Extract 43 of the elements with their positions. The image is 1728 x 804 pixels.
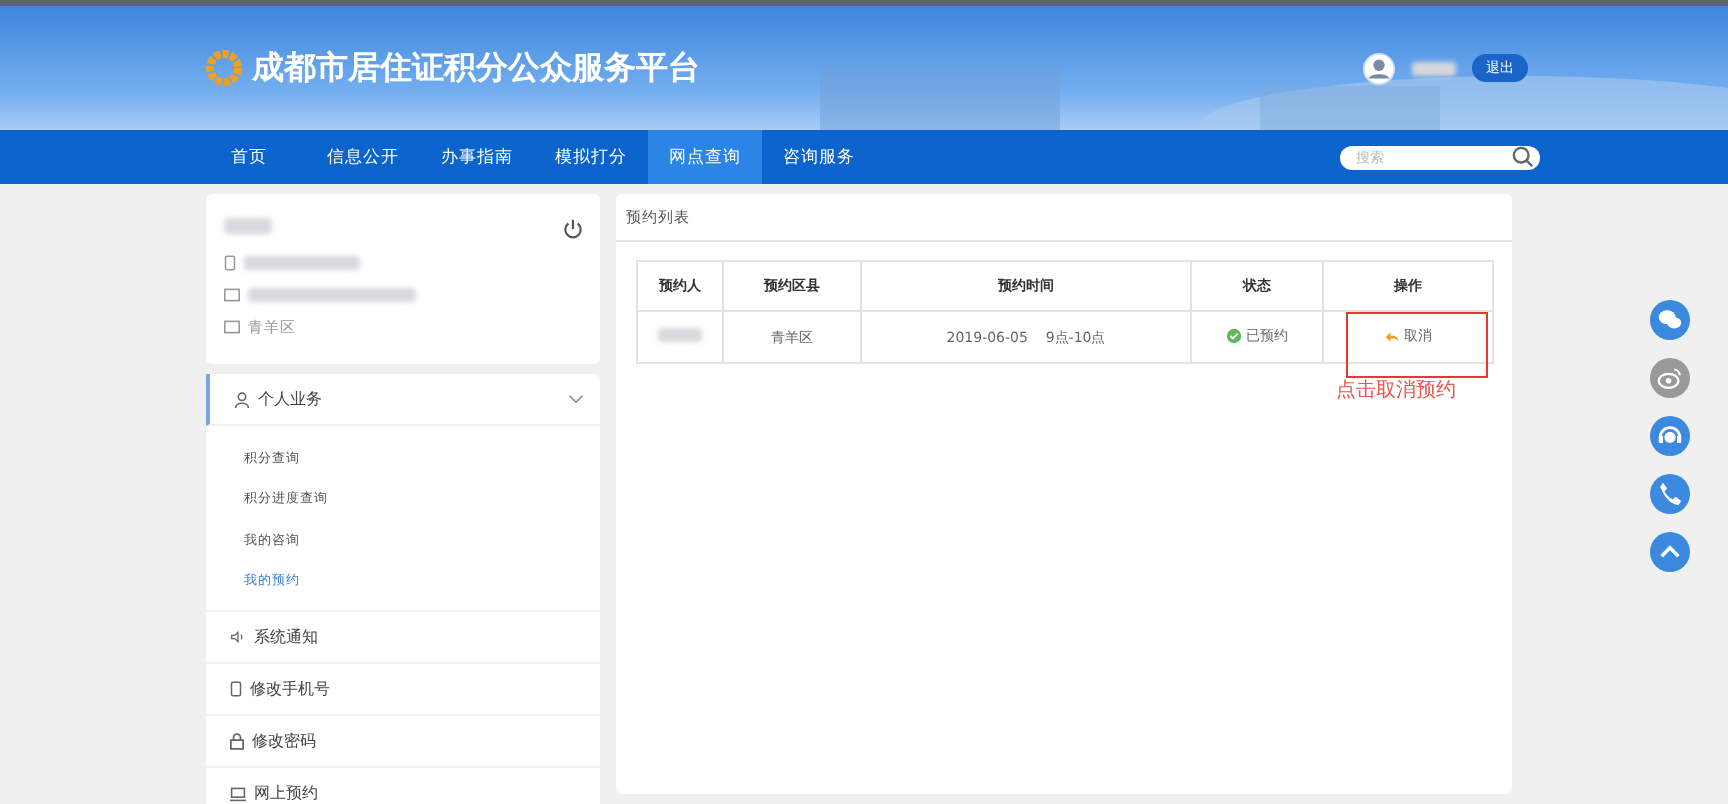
- menu-label: 修改手机号: [250, 678, 330, 700]
- menu-label: 修改密码: [252, 730, 316, 752]
- chevron-icon[interactable]: [568, 394, 584, 404]
- id-card-icon: [224, 288, 240, 302]
- power-icon[interactable]: [562, 218, 584, 240]
- blurred-name: [658, 328, 702, 342]
- site-title: 成都市居住证积分公众服务平台: [252, 47, 700, 89]
- chat-bubbles-icon[interactable]: [1650, 300, 1690, 340]
- menu-group-item[interactable]: 个人业务: [206, 374, 600, 426]
- back-to-top-icon[interactable]: [1650, 532, 1690, 572]
- undo-arrow-icon: [1384, 329, 1400, 344]
- speaker-icon: [230, 630, 246, 644]
- person-icon: [234, 391, 250, 407]
- lock-icon: [230, 732, 244, 750]
- eye-swirl-icon[interactable]: [1650, 358, 1690, 398]
- avatar-icon[interactable]: [1362, 51, 1396, 85]
- headset-icon[interactable]: [1650, 416, 1690, 456]
- menu-item[interactable]: 网上预约: [206, 768, 600, 804]
- search-icon[interactable]: [1512, 146, 1534, 168]
- monitor-icon: [230, 785, 246, 801]
- nav-tab[interactable]: 信息公开: [306, 130, 420, 184]
- ring-logo-icon: [204, 48, 244, 88]
- blurred-username: [1412, 61, 1456, 75]
- id-card-icon: [224, 320, 240, 334]
- blurred-name: [224, 217, 272, 233]
- phone-icon: [224, 254, 236, 272]
- highlight-box: [1346, 312, 1488, 378]
- phone-icon[interactable]: [1650, 474, 1690, 514]
- nav-tab[interactable]: 咨询服务: [762, 130, 876, 184]
- check-shield-icon: [1226, 328, 1242, 344]
- nav-tab[interactable]: 首页: [192, 130, 306, 184]
- nav-tab[interactable]: 网点查询: [648, 130, 762, 184]
- menu-item[interactable]: 修改密码: [206, 716, 600, 768]
- nav-tab[interactable]: 办事指南: [420, 130, 534, 184]
- menu-label: 网上预约: [254, 782, 318, 804]
- annotation-text: 点击取消预约: [1336, 377, 1456, 404]
- menu-item[interactable]: 系统通知: [206, 612, 600, 664]
- phone-icon: [230, 680, 242, 698]
- menu-item[interactable]: 修改手机号: [206, 664, 600, 716]
- nav-tab[interactable]: 模拟打分: [534, 130, 648, 184]
- menu-label: 个人业务: [258, 388, 322, 410]
- blurred-phone: [244, 256, 360, 270]
- menu-label: 系统通知: [254, 626, 318, 648]
